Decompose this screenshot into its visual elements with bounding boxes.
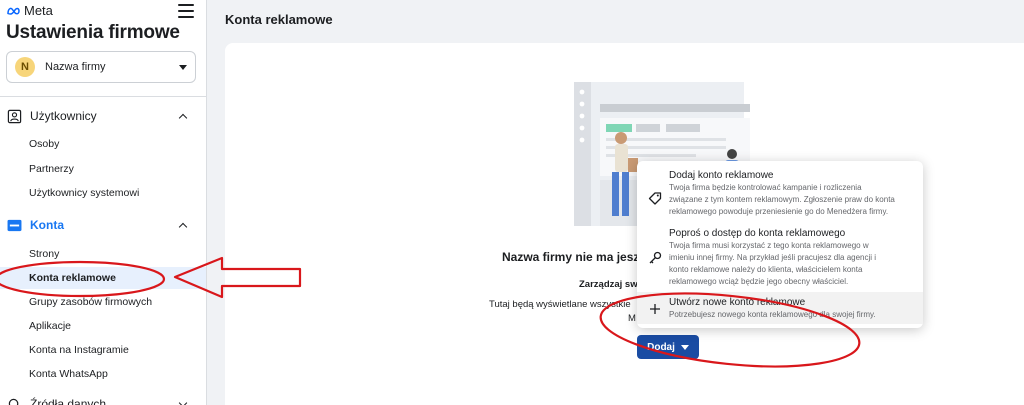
menu-item-title: Dodaj konto reklamowe — [669, 170, 774, 181]
sidebar-item-osoby[interactable]: Osoby — [0, 133, 206, 155]
folder-icon — [6, 217, 22, 233]
empty-state-subtitle: Zarządzaj sw — [579, 279, 638, 290]
menu-item-desc-line: Twoja firma musi korzystać z tego konta … — [669, 241, 869, 250]
menu-item-desc-line: reklamowego powoduje przeniesienie go do… — [669, 207, 889, 216]
section-data-sources-label: Źródła danych — [30, 397, 107, 405]
menu-item-title: Poproś o dostęp do konta reklamowego — [669, 228, 846, 239]
menu-item-desc-line: konto reklamowe należy do klienta, właśc… — [669, 265, 863, 274]
meta-infinity-icon — [7, 7, 20, 15]
add-button-label: Dodaj — [647, 341, 675, 353]
empty-state-description: Tutaj będą wyświetlane wszystkie — [489, 299, 631, 310]
sidebar-item-konta-reklamowe[interactable]: Konta reklamowe — [0, 267, 206, 289]
menu-item-create-ad-account[interactable]: Utwórz nowe konto reklamowe Potrzebujesz… — [637, 292, 923, 324]
chevron-up-icon — [178, 222, 188, 231]
sidebar-item-partnerzy[interactable]: Partnerzy — [0, 158, 206, 180]
section-users[interactable]: Użytkownicy — [6, 105, 196, 127]
menu-item-desc-line: Twoja firma będzie kontrolować kampanie … — [669, 183, 862, 192]
empty-state-title: Nazwa firmy nie ma jesz — [502, 250, 640, 264]
empty-state-description-line2: M — [628, 313, 636, 324]
section-users-label: Użytkownicy — [30, 109, 97, 123]
business-avatar: N — [15, 57, 35, 77]
menu-item-desc-line: związane z tym kontem reklamowym. Zgłosz… — [669, 195, 895, 204]
business-selector[interactable]: N Nazwa firmy — [6, 51, 196, 83]
add-button[interactable]: Dodaj — [637, 335, 699, 359]
sidebar-divider — [0, 96, 206, 97]
page-title: Konta reklamowe — [225, 12, 333, 27]
plus-icon — [648, 302, 662, 316]
menu-item-add-ad-account[interactable]: Dodaj konto reklamowe Twoja firma będzie… — [637, 169, 923, 225]
section-accounts-label: Konta — [30, 218, 64, 232]
key-icon — [648, 251, 662, 265]
meta-logo: Meta — [6, 3, 53, 18]
tag-icon — [648, 191, 662, 205]
add-dropdown-menu: Dodaj konto reklamowe Twoja firma będzie… — [637, 161, 923, 328]
business-name: Nazwa firmy — [45, 61, 106, 73]
menu-item-title: Utwórz nowe konto reklamowe — [669, 297, 806, 308]
users-icon — [6, 108, 22, 124]
menu-item-desc-line: imieniu innej firmy. Na przykład jeśli p… — [669, 253, 877, 262]
sidebar-item-instagram[interactable]: Konta na Instagramie — [0, 339, 206, 361]
caret-down-icon — [680, 344, 689, 350]
chevron-up-icon — [178, 113, 188, 122]
sidebar-item-system-users[interactable]: Użytkownicy systemowi — [0, 182, 206, 204]
sidebar-item-aplikacje[interactable]: Aplikacje — [0, 315, 206, 337]
chevron-down-icon — [178, 398, 188, 405]
menu-item-desc-line: Potrzebujesz nowego konta reklamowego dl… — [669, 310, 876, 319]
caret-down-icon — [179, 64, 187, 70]
data-sources-icon — [6, 396, 22, 405]
sidebar-item-grupy-zasobow[interactable]: Grupy zasobów firmowych — [0, 291, 206, 313]
menu-item-desc-line: reklamowego wciąż będzie jego obecny wła… — [669, 277, 849, 286]
section-accounts[interactable]: Konta — [6, 214, 196, 236]
menu-hamburger-icon[interactable] — [178, 4, 194, 18]
sidebar-item-whatsapp[interactable]: Konta WhatsApp — [0, 363, 206, 385]
meta-brand-text: Meta — [24, 3, 53, 18]
sidebar-item-strony[interactable]: Strony — [0, 243, 206, 265]
menu-item-request-access[interactable]: Poproś o dostęp do konta reklamowego Two… — [637, 227, 923, 291]
sidebar: Meta Ustawienia firmowe N Nazwa firmy Uż… — [0, 0, 207, 405]
settings-title: Ustawienia firmowe — [6, 22, 180, 43]
section-data-sources[interactable]: Źródła danych — [6, 393, 196, 405]
